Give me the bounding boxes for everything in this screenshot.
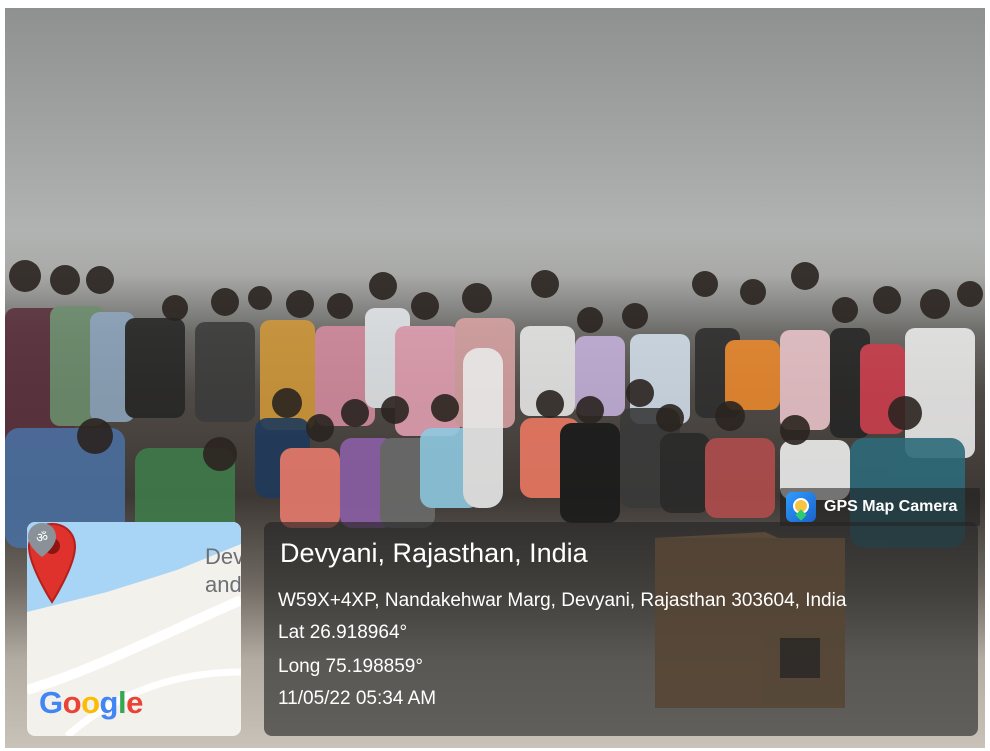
gps-map-camera-icon [786, 492, 816, 522]
gps-badge-label: GPS Map Camera [824, 498, 958, 515]
gps-map-camera-badge: GPS Map Camera [780, 488, 980, 526]
map-place-label-2: and [205, 572, 241, 597]
location-longitude: Long 75.198859° [278, 656, 423, 677]
map-place-label: Dev [205, 544, 241, 569]
location-address: W59X+4XP, Nandakehwar Marg, Devyani, Raj… [278, 590, 847, 611]
location-info-panel: Devyani, Rajasthan, India W59X+4XP, Nand… [264, 522, 978, 736]
svg-text:ॐ: ॐ [36, 531, 48, 546]
location-title: Devyani, Rajasthan, India [280, 538, 588, 568]
om-poi-icon: ॐ [28, 523, 56, 557]
location-datetime: 11/05/22 05:34 AM [278, 688, 437, 709]
google-logo: Google [39, 685, 143, 720]
map-thumbnail: Dev and ॐ Google [27, 522, 241, 736]
location-latitude: Lat 26.918964° [278, 622, 408, 643]
